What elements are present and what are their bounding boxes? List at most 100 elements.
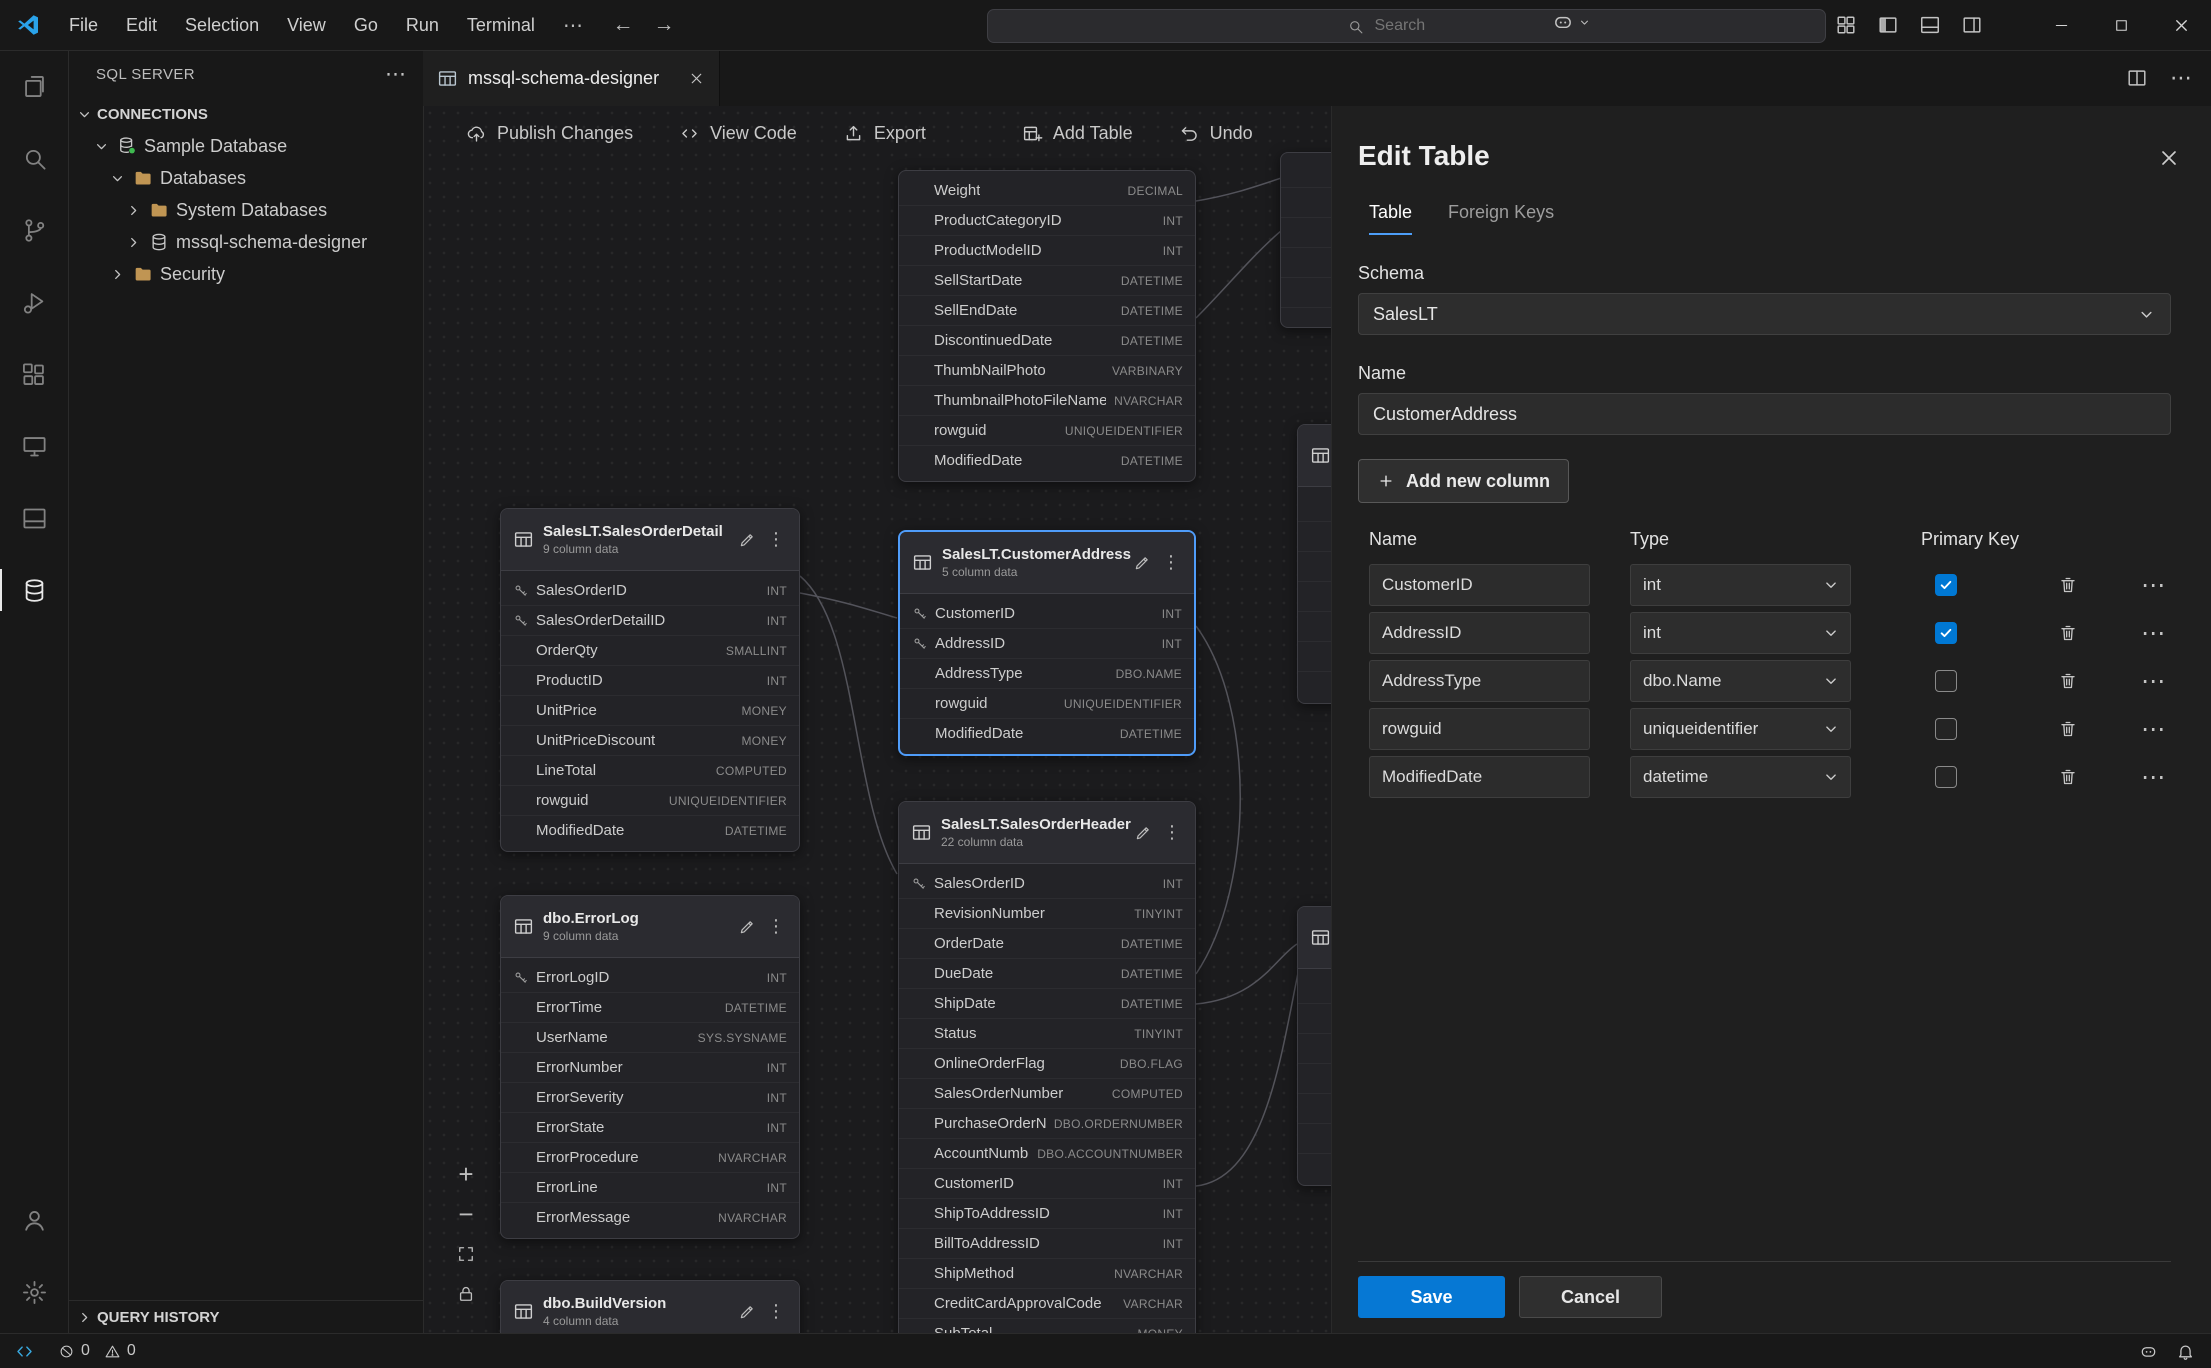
add-table-button[interactable]: Add Table (1010, 115, 1145, 152)
tab-mssql-schema-designer[interactable]: mssql-schema-designer (423, 50, 720, 106)
undo-button[interactable]: Undo (1167, 115, 1265, 152)
tree-item-mssql-schema-designer[interactable]: mssql-schema-designer (68, 226, 423, 258)
edit-table-icon[interactable] (738, 1303, 756, 1321)
menu-selection[interactable]: Selection (172, 10, 272, 41)
menu-edit[interactable]: Edit (113, 10, 170, 41)
problems-button[interactable]: 0 0 (48, 1342, 154, 1360)
tree-item-security[interactable]: Security (68, 258, 423, 290)
edit-table-icon[interactable] (1134, 824, 1152, 842)
column-name-input[interactable] (1369, 708, 1590, 750)
column-type-dropdown[interactable]: int (1630, 612, 1851, 654)
column-more-actions-button[interactable]: ⋯ (2141, 667, 2181, 696)
copilot-status-icon[interactable] (2139, 1342, 2158, 1361)
close-window-button[interactable] (2151, 0, 2211, 50)
table-more-actions-icon[interactable]: ⋮ (1160, 552, 1182, 573)
edit-table-icon[interactable] (738, 918, 756, 936)
activity-run-debug-button[interactable] (0, 266, 68, 338)
activity-search-button[interactable] (0, 122, 68, 194)
toggle-panel-icon[interactable] (1919, 14, 1941, 36)
table-more-actions-icon[interactable]: ⋮ (765, 916, 787, 937)
primary-key-checkbox[interactable] (1935, 766, 1957, 788)
column-name-input[interactable] (1369, 564, 1590, 606)
customize-layout-icon[interactable] (1835, 14, 1857, 36)
table-card-error-log[interactable]: dbo.ErrorLog9 column data⋮ErrorLogIDINTE… (500, 895, 800, 1239)
sidebar-more-actions-button[interactable]: ⋯ (385, 62, 407, 87)
activity-settings-button[interactable] (0, 1256, 68, 1328)
zoom-fit-button[interactable] (451, 1239, 481, 1269)
connections-section-header[interactable]: CONNECTIONS (68, 99, 423, 130)
activity-database-button[interactable] (0, 554, 68, 626)
publish-button[interactable]: Publish Changes (454, 115, 645, 152)
split-editor-icon[interactable] (2126, 67, 2148, 89)
delete-column-button[interactable] (2051, 760, 2085, 794)
table-more-actions-icon[interactable]: ⋮ (1161, 822, 1183, 843)
delete-column-button[interactable] (2051, 568, 2085, 602)
tree-item-system-databases[interactable]: System Databases (68, 194, 423, 226)
primary-key-checkbox[interactable] (1935, 622, 1957, 644)
command-center-search[interactable] (987, 9, 1826, 43)
zoom-out-button[interactable]: − (451, 1199, 481, 1229)
zoom-in-button[interactable]: + (451, 1159, 481, 1189)
tab-table[interactable]: Table (1369, 202, 1412, 235)
save-button[interactable]: Save (1358, 1276, 1505, 1318)
column-type-dropdown[interactable]: dbo.Name (1630, 660, 1851, 702)
column-more-actions-button[interactable]: ⋯ (2141, 571, 2181, 600)
cancel-button[interactable]: Cancel (1519, 1276, 1662, 1318)
menu-go[interactable]: Go (341, 10, 391, 41)
remote-indicator-button[interactable] (0, 1334, 48, 1368)
delete-column-button[interactable] (2051, 616, 2085, 650)
menu-view[interactable]: View (274, 10, 339, 41)
column-more-actions-button[interactable]: ⋯ (2141, 619, 2181, 648)
table-more-actions-icon[interactable]: ⋮ (765, 529, 787, 550)
menu-file[interactable]: File (56, 10, 111, 41)
toggle-sidebar-right-icon[interactable] (1961, 14, 1983, 36)
primary-key-checkbox[interactable] (1935, 718, 1957, 740)
delete-column-button[interactable] (2051, 712, 2085, 746)
column-more-actions-button[interactable]: ⋯ (2141, 715, 2181, 744)
activity-remote-explorer-button[interactable] (0, 410, 68, 482)
tree-item-databases[interactable]: Databases (68, 162, 423, 194)
tab-foreign-keys[interactable]: Foreign Keys (1448, 202, 1554, 235)
activity-source-control-button[interactable] (0, 194, 68, 266)
column-name-input[interactable] (1369, 756, 1590, 798)
edit-table-icon[interactable] (738, 531, 756, 549)
column-name-input[interactable] (1369, 660, 1590, 702)
query-history-section-header[interactable]: QUERY HISTORY (68, 1300, 423, 1334)
column-type-dropdown[interactable]: datetime (1630, 756, 1851, 798)
activity-extensions-button[interactable] (0, 338, 68, 410)
view-code-button[interactable]: View Code (667, 115, 809, 152)
menu-more-button[interactable]: ⋯ (550, 8, 597, 43)
table-name-input[interactable] (1358, 393, 2171, 435)
column-more-actions-button[interactable]: ⋯ (2141, 763, 2181, 792)
column-type-dropdown[interactable]: int (1630, 564, 1851, 606)
schema-dropdown[interactable]: SalesLT (1358, 293, 2171, 335)
export-button[interactable]: Export (831, 115, 938, 152)
notifications-bell-icon[interactable] (2176, 1342, 2195, 1361)
table-card-customer-address[interactable]: SalesLT.CustomerAddress5 column data⋮Cus… (898, 530, 1196, 756)
minimize-button[interactable] (2031, 0, 2091, 50)
add-new-column-button[interactable]: Add new column (1358, 459, 1569, 503)
nav-forward-button[interactable]: → (646, 0, 682, 50)
tab-close-icon[interactable] (688, 70, 705, 87)
column-name-input[interactable] (1369, 612, 1590, 654)
edit-table-icon[interactable] (1133, 554, 1151, 572)
toggle-sidebar-left-icon[interactable] (1877, 14, 1899, 36)
tree-item-sample-database[interactable]: Sample Database (68, 130, 423, 162)
maximize-button[interactable] (2091, 0, 2151, 50)
delete-column-button[interactable] (2051, 664, 2085, 698)
activity-account-button[interactable] (0, 1184, 68, 1256)
table-card-sales-order-header[interactable]: SalesLT.SalesOrderHeader22 column data⋮S… (898, 801, 1196, 1334)
table-card-build-version[interactable]: dbo.BuildVersion4 column data⋮ (500, 1280, 800, 1334)
copilot-menu-button[interactable] (1552, 11, 1591, 33)
menu-terminal[interactable]: Terminal (454, 10, 548, 41)
panel-close-button[interactable] (2157, 146, 2181, 170)
lock-canvas-button[interactable] (451, 1279, 481, 1309)
activity-explorer-button[interactable] (0, 50, 68, 122)
editor-more-actions-button[interactable]: ⋯ (2170, 65, 2193, 91)
primary-key-checkbox[interactable] (1935, 670, 1957, 692)
table-more-actions-icon[interactable]: ⋮ (765, 1301, 787, 1322)
table-card-product[interactable]: WeightDECIMALProductCategoryIDINTProduct… (898, 170, 1196, 482)
column-type-dropdown[interactable]: uniqueidentifier (1630, 708, 1851, 750)
menu-run[interactable]: Run (393, 10, 452, 41)
search-input[interactable] (1373, 16, 1467, 36)
